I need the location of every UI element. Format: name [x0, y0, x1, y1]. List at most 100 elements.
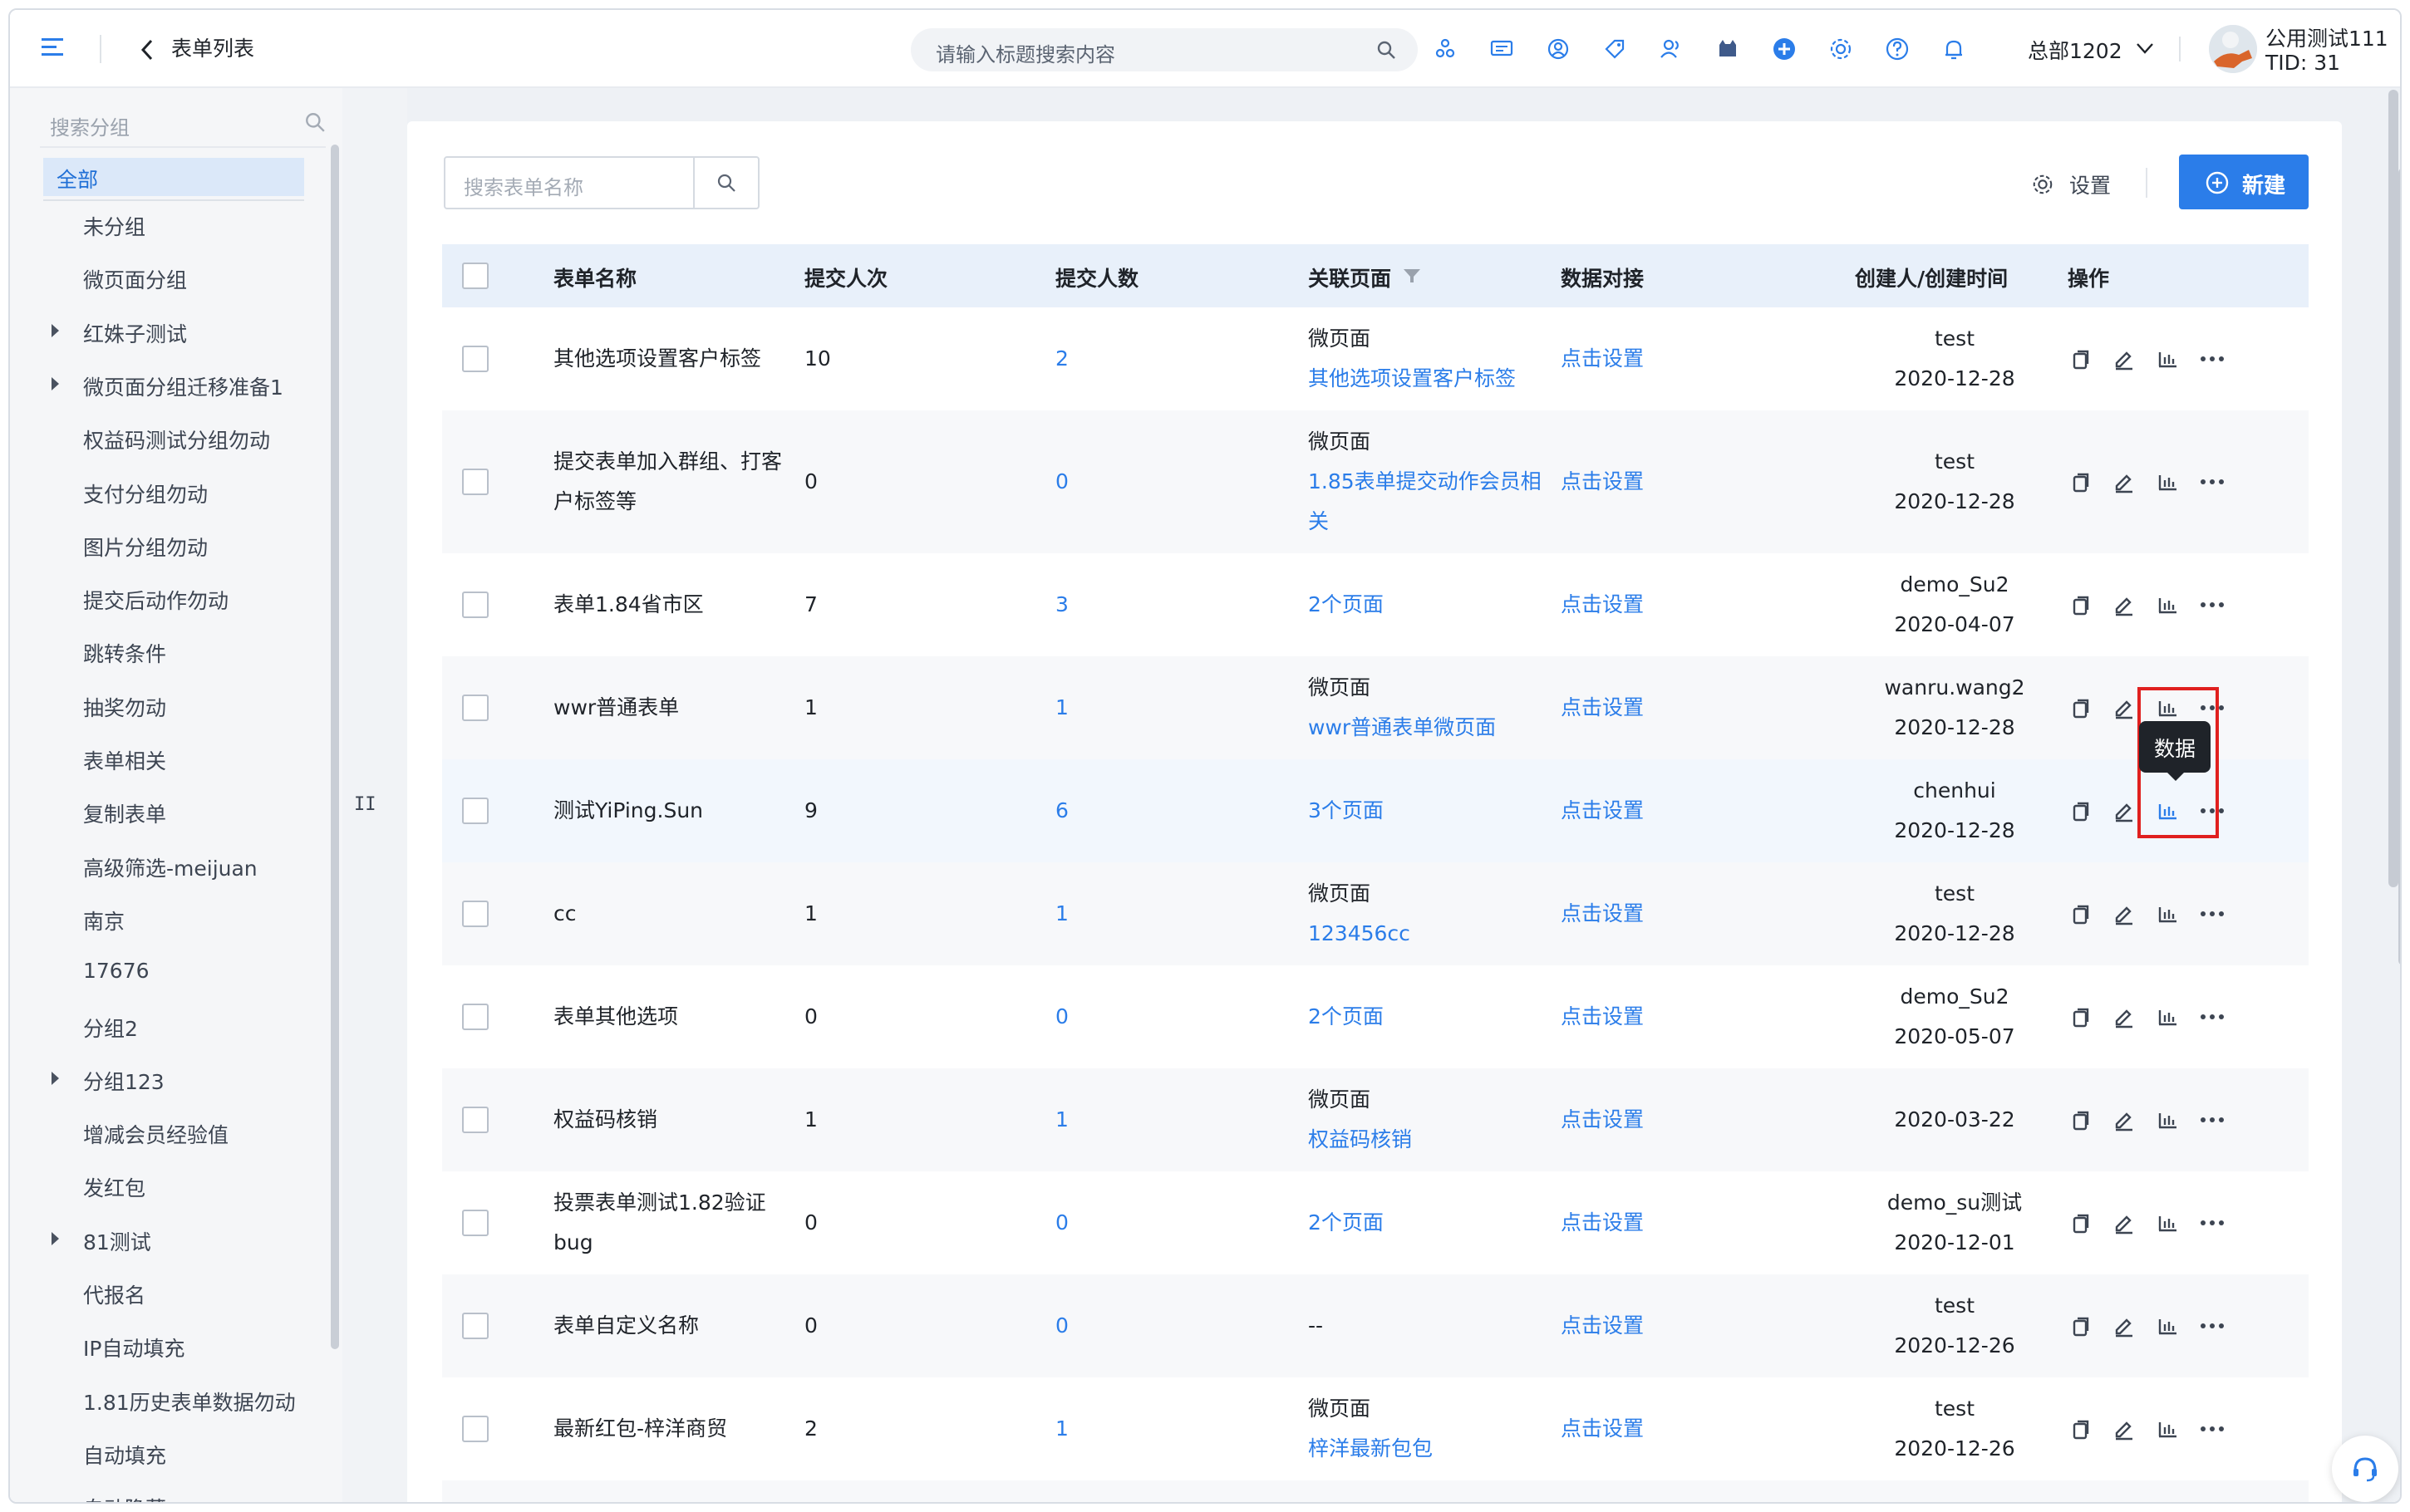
edit-icon[interactable]: [2112, 1314, 2136, 1338]
global-search-input[interactable]: 请输入标题搜索内容: [911, 28, 1418, 71]
avatar[interactable]: [2209, 25, 2257, 73]
form-search-button[interactable]: [693, 158, 758, 208]
submitter-count-link[interactable]: 0: [1055, 997, 1069, 1037]
row-checkbox[interactable]: [462, 1313, 489, 1339]
sidebar-item[interactable]: 1.81历史表单数据勿动: [10, 1380, 334, 1421]
linked-page-link[interactable]: 123456cc: [1308, 914, 1410, 954]
data-integration-link[interactable]: 点击设置: [1561, 585, 1644, 625]
sidebar-item[interactable]: 复制表单: [10, 792, 334, 833]
select-all-checkbox[interactable]: [462, 263, 489, 289]
edit-icon[interactable]: [2112, 470, 2136, 493]
caret-right-icon[interactable]: [52, 323, 59, 337]
caret-right-icon[interactable]: [52, 1231, 59, 1245]
sidebar-item[interactable]: 表单相关: [10, 739, 334, 780]
row-checkbox[interactable]: [462, 1107, 489, 1133]
form-search-input[interactable]: 搜索表单名称: [444, 156, 760, 209]
copy-icon[interactable]: [2069, 1314, 2093, 1338]
sidebar-item[interactable]: 未分组: [10, 204, 334, 246]
data-integration-link[interactable]: 点击设置: [1561, 791, 1644, 831]
more-icon[interactable]: [2199, 1211, 2224, 1235]
row-checkbox[interactable]: [462, 798, 489, 824]
more-icon[interactable]: [2199, 1314, 2224, 1338]
page-scrollbar[interactable]: [2398, 168, 2400, 965]
caret-right-icon[interactable]: [52, 1071, 59, 1085]
submitter-count-link[interactable]: 0: [1055, 1306, 1069, 1346]
linked-page-link[interactable]: 2个页面: [1308, 997, 1384, 1037]
linked-page-link[interactable]: 关: [1308, 502, 1329, 542]
sidebar-item[interactable]: 提交后动作勿动: [10, 578, 334, 620]
bell-icon[interactable]: [1941, 37, 1966, 61]
edit-icon[interactable]: [2112, 799, 2136, 822]
edit-icon[interactable]: [2112, 347, 2136, 371]
gear-icon[interactable]: [1828, 37, 1853, 61]
sidebar-item[interactable]: 跳转条件: [10, 631, 334, 673]
sidebar-item[interactable]: 自动填充: [10, 1433, 334, 1475]
copy-icon[interactable]: [2069, 799, 2093, 822]
resize-handle[interactable]: II: [354, 794, 376, 815]
row-checkbox[interactable]: [462, 1210, 489, 1236]
new-form-button[interactable]: 新建: [2179, 155, 2309, 209]
cat-icon[interactable]: [1715, 37, 1740, 61]
data-integration-link[interactable]: 点击设置: [1561, 1100, 1644, 1140]
sidebar-item[interactable]: 图片分组勿动: [10, 525, 334, 567]
more-icon[interactable]: [2199, 1417, 2224, 1441]
more-icon[interactable]: [2199, 1005, 2224, 1028]
sidebar-item[interactable]: 高级筛选-meijuan: [10, 846, 334, 887]
help-icon[interactable]: [1885, 37, 1910, 61]
menu-icon[interactable]: [40, 35, 70, 60]
data-integration-link[interactable]: 点击设置: [1561, 339, 1644, 379]
sidebar-item[interactable]: 分组2: [10, 1006, 334, 1048]
edit-icon[interactable]: [2112, 1108, 2136, 1132]
row-checkbox[interactable]: [462, 469, 489, 495]
search-icon[interactable]: [1376, 40, 1396, 60]
copy-icon[interactable]: [2069, 902, 2093, 925]
chevron-down-icon[interactable]: [2136, 42, 2154, 55]
bar-chart-icon[interactable]: [2156, 470, 2179, 493]
data-integration-link[interactable]: 点击设置: [1561, 1306, 1644, 1346]
bar-chart-icon[interactable]: [2156, 1005, 2179, 1028]
message-icon[interactable]: [1489, 37, 1514, 61]
edit-icon[interactable]: [2112, 1005, 2136, 1028]
copy-icon[interactable]: [2069, 696, 2093, 719]
edit-icon[interactable]: [2112, 1211, 2136, 1235]
row-checkbox[interactable]: [462, 1004, 489, 1030]
data-integration-link[interactable]: 点击设置: [1561, 1409, 1644, 1449]
copy-icon[interactable]: [2069, 470, 2093, 493]
sidebar-item[interactable]: 81测试: [10, 1220, 334, 1261]
group-search-input[interactable]: 搜索分组: [40, 103, 326, 143]
copy-icon[interactable]: [2069, 1417, 2093, 1441]
filter-icon[interactable]: [1403, 268, 1421, 284]
submitter-count-link[interactable]: 1: [1055, 1100, 1069, 1140]
edit-icon[interactable]: [2112, 902, 2136, 925]
more-icon[interactable]: [2199, 1108, 2224, 1132]
tag-icon[interactable]: [1602, 37, 1627, 61]
submitter-count-link[interactable]: 1: [1055, 688, 1069, 728]
more-icon[interactable]: [2199, 347, 2224, 371]
add-circle-icon[interactable]: [1772, 37, 1797, 61]
workflow-icon[interactable]: [1433, 37, 1458, 61]
bar-chart-icon[interactable]: [2156, 347, 2179, 371]
data-integration-link[interactable]: 点击设置: [1561, 462, 1644, 502]
data-integration-link[interactable]: 点击设置: [1561, 894, 1644, 934]
edit-icon[interactable]: [2112, 696, 2136, 719]
edit-icon[interactable]: [2112, 1417, 2136, 1441]
caret-right-icon[interactable]: [52, 376, 59, 390]
customer-support-button[interactable]: [2332, 1436, 2398, 1502]
sidebar-item[interactable]: 微页面分组: [10, 258, 334, 299]
user-circle-icon[interactable]: [1546, 37, 1571, 61]
sidebar-scrollbar[interactable]: [331, 145, 339, 1349]
org-switcher[interactable]: 总部1202: [2028, 35, 2122, 65]
copy-icon[interactable]: [2069, 1108, 2093, 1132]
sidebar-item[interactable]: 权益码测试分组勿动: [10, 418, 334, 459]
submitter-count-link[interactable]: 0: [1055, 1203, 1069, 1243]
row-checkbox[interactable]: [462, 592, 489, 618]
sidebar-item[interactable]: 代报名: [10, 1273, 334, 1314]
sidebar-item[interactable]: 分组123: [10, 1059, 334, 1101]
bar-chart-icon[interactable]: [2156, 1314, 2179, 1338]
sidebar-item[interactable]: 支付分组勿动: [10, 472, 334, 513]
submitter-count-link[interactable]: 1: [1055, 894, 1069, 934]
submitter-count-link[interactable]: 6: [1055, 791, 1069, 831]
data-integration-link[interactable]: 点击设置: [1561, 688, 1644, 728]
submitter-count-link[interactable]: 2: [1055, 339, 1069, 379]
sidebar-item[interactable]: 红姝子测试: [10, 312, 334, 353]
